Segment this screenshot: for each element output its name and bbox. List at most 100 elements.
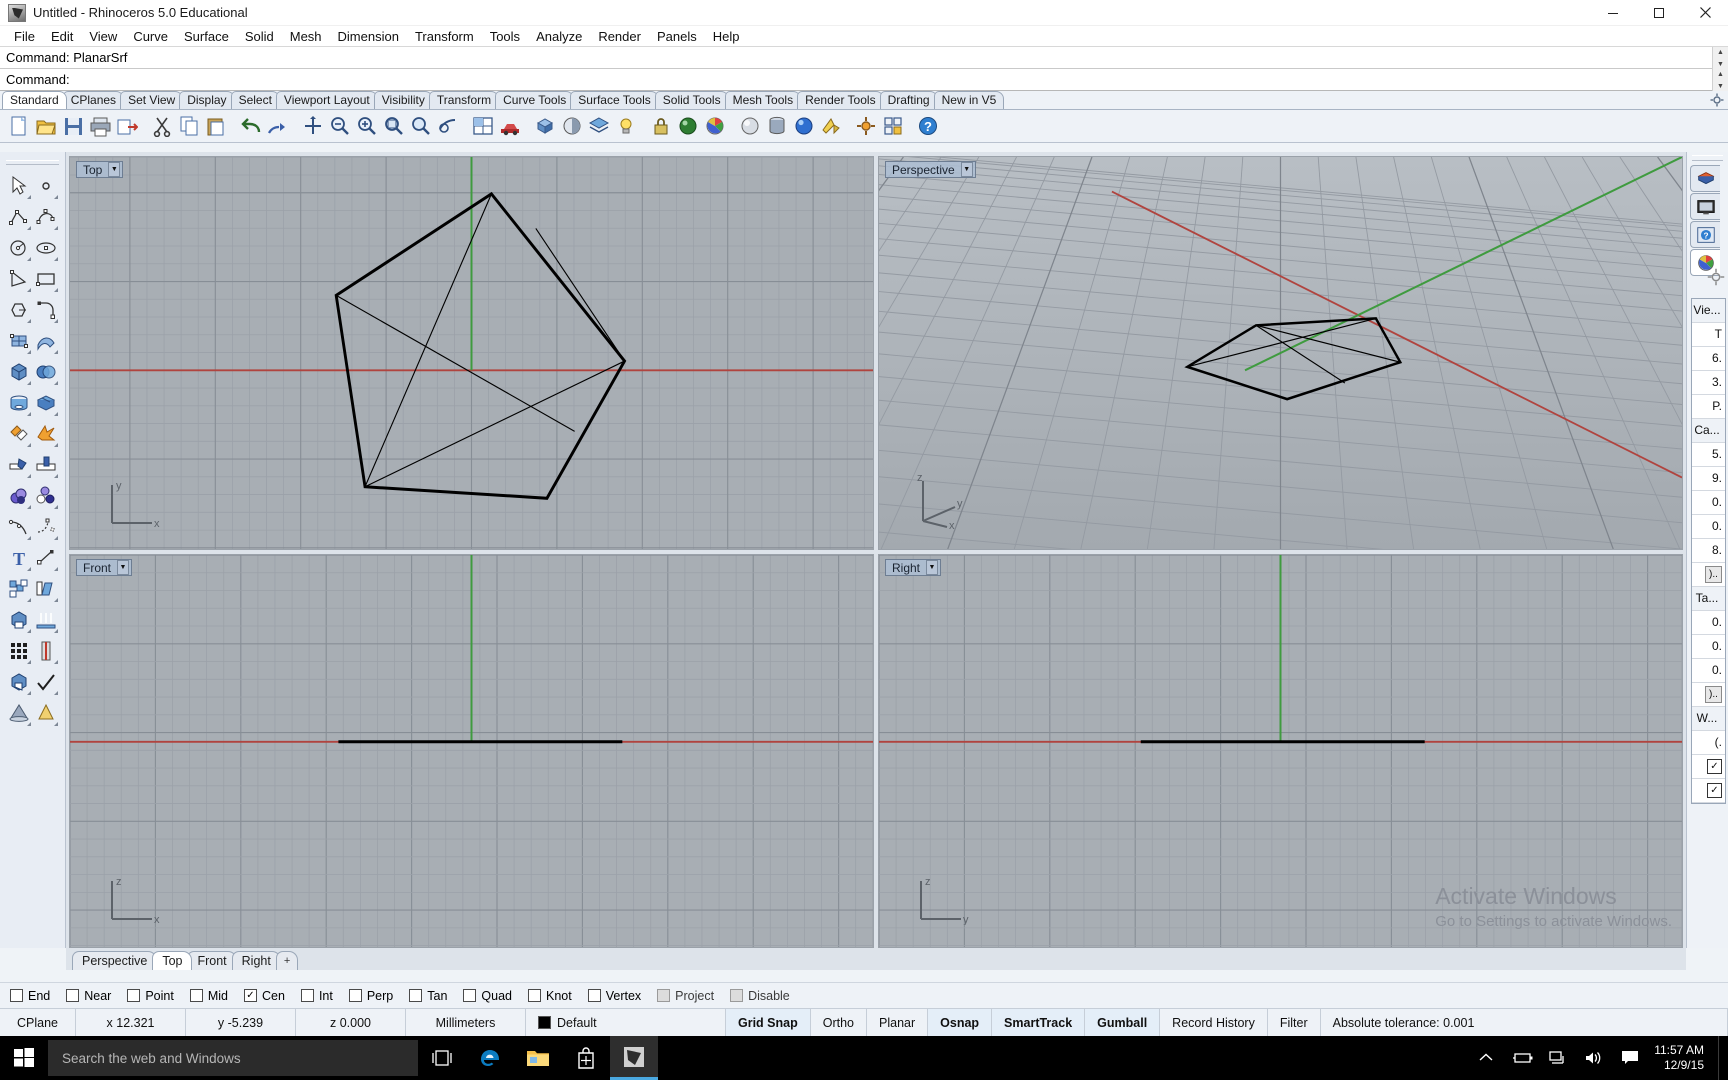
osnap-checkbox-near[interactable]: [66, 989, 79, 1002]
toolbar-tab-viewport-layout[interactable]: Viewport Layout: [276, 91, 378, 109]
show-desktop-button[interactable]: [1718, 1036, 1724, 1080]
dimension-icon[interactable]: [34, 543, 60, 572]
osnap-checkbox-vertex[interactable]: [588, 989, 601, 1002]
minimize-icon[interactable]: [1590, 0, 1636, 26]
open-file-icon[interactable]: [33, 114, 58, 139]
scroll-up-icon[interactable]: ▲: [1713, 47, 1728, 57]
sphere-shade-icon[interactable]: [737, 114, 762, 139]
menu-item-view[interactable]: View: [81, 27, 125, 46]
toolbar-tab-display[interactable]: Display: [179, 91, 234, 109]
arc-icon[interactable]: [6, 264, 32, 293]
flyout-corner-icon[interactable]: [54, 195, 58, 199]
layer-color-swatch[interactable]: [538, 1016, 551, 1029]
point-icon[interactable]: [34, 171, 60, 200]
flyout-corner-icon[interactable]: [27, 536, 31, 540]
menu-item-analyze[interactable]: Analyze: [528, 27, 590, 46]
properties-row[interactable]: 0.: [1692, 659, 1725, 683]
command-history-line[interactable]: Command: PlanarSrf ▲ ▼: [0, 47, 1728, 69]
toolbar-tab-select[interactable]: Select: [231, 91, 280, 109]
curve-fillet-icon[interactable]: [34, 295, 60, 324]
shade-icon[interactable]: [532, 114, 557, 139]
status-toggle-osnap[interactable]: Osnap: [928, 1009, 992, 1036]
mesh-surface-icon[interactable]: [34, 388, 60, 417]
toolbar-tab-render-tools[interactable]: Render Tools: [797, 91, 884, 109]
viewport-tab-top[interactable]: Top: [152, 951, 192, 970]
status-layer[interactable]: Default: [526, 1009, 726, 1036]
viewport-title-top[interactable]: Top ▼: [76, 161, 123, 178]
osnap-checkbox-mid[interactable]: [190, 989, 203, 1002]
viewport-front[interactable]: Front ▼ z x: [69, 554, 874, 948]
menu-item-surface[interactable]: Surface: [176, 27, 237, 46]
grid-points-icon[interactable]: [6, 636, 32, 665]
flyout-corner-icon[interactable]: [54, 288, 58, 292]
flyout-corner-icon[interactable]: [27, 350, 31, 354]
flyout-corner-icon[interactable]: [27, 598, 31, 602]
polyline-icon[interactable]: [6, 202, 32, 231]
sphere-boolean-icon[interactable]: [34, 357, 60, 386]
menu-item-mesh[interactable]: Mesh: [282, 27, 330, 46]
surface-from-points-icon[interactable]: [6, 326, 32, 355]
taskbar-clock[interactable]: 11:57 AM 12/9/15: [1648, 1043, 1718, 1073]
polygon-icon[interactable]: [6, 295, 32, 324]
menu-item-edit[interactable]: Edit: [43, 27, 81, 46]
grid-snap-icon[interactable]: [880, 114, 905, 139]
select-arrow-icon[interactable]: [6, 171, 32, 200]
prompt-scroll-up-icon[interactable]: ▲: [1713, 69, 1728, 79]
volume-icon[interactable]: [1576, 1036, 1612, 1080]
flyout-corner-icon[interactable]: [54, 660, 58, 664]
flyout-corner-icon[interactable]: [27, 195, 31, 199]
viewport-top[interactable]: Top ▼ y x: [69, 156, 874, 550]
paste-icon[interactable]: [203, 114, 228, 139]
properties-row[interactable]: 6.: [1692, 347, 1725, 371]
flyout-corner-icon[interactable]: [54, 722, 58, 726]
loft-surface-icon[interactable]: [34, 326, 60, 355]
osnap-quad[interactable]: Quad: [463, 989, 512, 1003]
analyze-icon[interactable]: [34, 636, 60, 665]
flyout-corner-icon[interactable]: [54, 536, 58, 540]
flyout-corner-icon[interactable]: [54, 412, 58, 416]
osnap-checkbox-disable[interactable]: [730, 989, 743, 1002]
status-toggle-record-history[interactable]: Record History: [1160, 1009, 1268, 1036]
properties-row[interactable]: )..: [1692, 683, 1725, 707]
osnap-perp[interactable]: Perp: [349, 989, 393, 1003]
flyout-corner-icon[interactable]: [27, 567, 31, 571]
properties-row[interactable]: 0.: [1692, 515, 1725, 539]
flyout-corner-icon[interactable]: [54, 691, 58, 695]
flyout-corner-icon[interactable]: [54, 505, 58, 509]
layers-icon[interactable]: [586, 114, 611, 139]
property-button[interactable]: )..: [1705, 686, 1722, 703]
properties-row[interactable]: P.: [1692, 395, 1725, 419]
osnap-int[interactable]: Int: [301, 989, 333, 1003]
osnap-project[interactable]: Project: [657, 989, 714, 1003]
flyout-corner-icon[interactable]: [27, 257, 31, 261]
show-hidden-icons-icon[interactable]: [1468, 1036, 1504, 1080]
ellipse-icon[interactable]: [34, 233, 60, 262]
flyout-corner-icon[interactable]: [27, 660, 31, 664]
action-center-icon[interactable]: [1612, 1036, 1648, 1080]
toolbar-tab-drafting[interactable]: Drafting: [880, 91, 938, 109]
flyout-corner-icon[interactable]: [27, 691, 31, 695]
toolbar-tab-cplanes[interactable]: CPlanes: [63, 91, 124, 109]
gear-icon[interactable]: [1710, 93, 1724, 107]
fillet-curve-icon[interactable]: [6, 512, 32, 541]
flyout-corner-icon[interactable]: [27, 474, 31, 478]
osnap-checkbox-point[interactable]: [127, 989, 140, 1002]
status-toggle-filter[interactable]: Filter: [1268, 1009, 1321, 1036]
boolean-difference-icon[interactable]: [6, 481, 32, 510]
toolbar-tab-surface-tools[interactable]: Surface Tools: [570, 91, 659, 109]
render-preview-icon[interactable]: [559, 114, 584, 139]
toolbar-tab-curve-tools[interactable]: Curve Tools: [495, 91, 574, 109]
flyout-corner-icon[interactable]: [27, 505, 31, 509]
viewport-title-perspective[interactable]: Perspective ▼: [885, 161, 976, 178]
viewport-right[interactable]: Right ▼ z y: [878, 554, 1683, 948]
flyout-corner-icon[interactable]: [27, 381, 31, 385]
flyout-corner-icon[interactable]: [54, 350, 58, 354]
osnap-near[interactable]: Near: [66, 989, 111, 1003]
rhino-taskbar-icon[interactable]: [610, 1036, 658, 1080]
extrude-icon[interactable]: [34, 605, 60, 634]
print-icon[interactable]: [87, 114, 112, 139]
control-point-curve-icon[interactable]: [34, 202, 60, 231]
properties-row[interactable]: Ca...: [1692, 419, 1725, 443]
zoom-extents-icon[interactable]: [381, 114, 406, 139]
battery-icon[interactable]: [1504, 1036, 1540, 1080]
